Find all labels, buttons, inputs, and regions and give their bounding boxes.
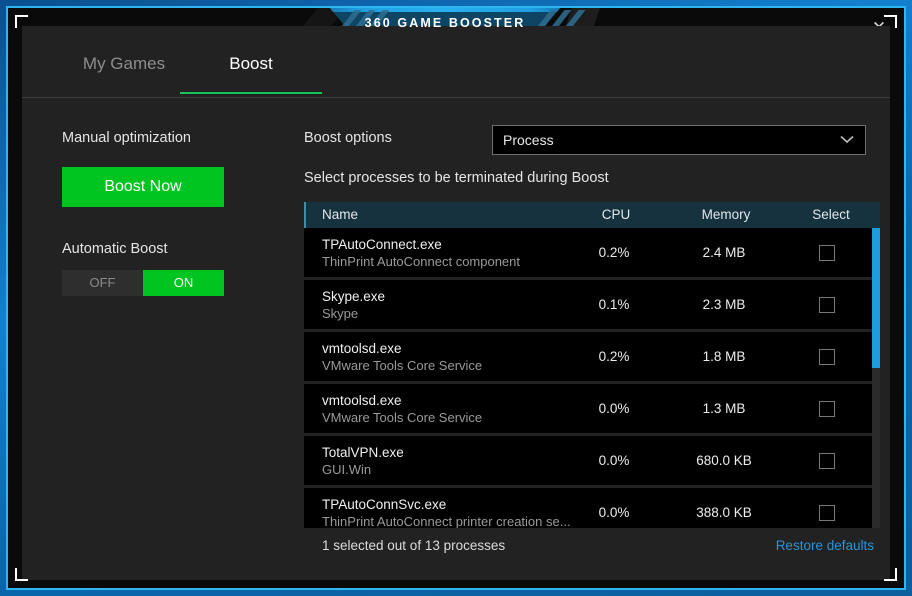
process-select-cell [794,280,864,329]
process-memory: 2.4 MB [702,245,746,260]
table-row[interactable]: TPAutoConnect.exe ThinPrint AutoConnect c… [304,228,880,277]
process-select-checkbox[interactable] [819,401,835,417]
process-name-cell: TotalVPN.exe GUI.Win [322,444,404,478]
process-description: VMware Tools Core Service [322,358,483,373]
process-select-cell [794,384,864,433]
column-header-name: Name [322,207,359,222]
main-window: 360 GAME BOOSTER — ✕ My Games Boost Manu… [8,8,904,588]
process-rows: TPAutoConnect.exe ThinPrint AutoConnect c… [304,228,880,528]
process-memory: 1.3 MB [702,401,746,416]
column-header-select: Select [812,207,850,222]
table-row[interactable]: Skype.exe Skype 0.1% 2.3 MB [304,280,880,329]
process-select-checkbox[interactable] [819,453,835,469]
tab-bar: My Games Boost [22,40,890,96]
tab-my-games-label: My Games [82,54,166,73]
boost-now-button[interactable]: Boost Now [62,167,224,207]
process-memory: 680.0 KB [696,453,752,468]
process-select-cell [794,488,864,528]
process-cpu: 0.2% [598,349,630,364]
process-select-cell [794,332,864,381]
process-cpu: 0.0% [598,401,630,416]
process-name: vmtoolsd.exe [322,341,402,356]
process-memory: 1.8 MB [702,349,746,364]
boost-options-dropdown[interactable]: Process [492,125,866,155]
process-select-checkbox[interactable] [819,505,835,521]
window-title: 360 GAME BOOSTER [364,16,526,30]
automatic-boost-toggle[interactable]: OFF ON [62,270,224,296]
process-description: GUI.Win [322,462,372,477]
process-description: ThinPrint AutoConnect component [322,254,521,269]
column-header-memory: Memory [701,207,751,222]
chevron-down-icon [839,126,855,154]
process-name-cell: vmtoolsd.exe VMware Tools Core Service [322,340,482,374]
tab-divider [22,97,890,98]
table-row[interactable]: TPAutoConnSvc.exe ThinPrint AutoConnect p… [304,488,880,528]
process-cpu: 0.1% [598,297,630,312]
process-name: vmtoolsd.exe [322,393,402,408]
table-row[interactable]: vmtoolsd.exe VMware Tools Core Service 0.2… [304,332,880,381]
process-name-cell: TPAutoConnect.exe ThinPrint AutoConnect c… [322,236,520,270]
manual-optimization-label: Manual optimization [62,130,191,146]
process-memory: 2.3 MB [702,297,746,312]
select-processes-instruction: Select processes to be terminated during… [304,170,609,186]
process-table-scrollbar-thumb[interactable] [872,228,880,368]
process-table-body: TPAutoConnect.exe ThinPrint AutoConnect c… [304,228,880,528]
process-name-cell: TPAutoConnSvc.exe ThinPrint AutoConnect p… [322,496,571,528]
boost-options-dropdown-value: Process [503,132,554,148]
process-cpu: 0.2% [598,245,630,260]
process-name: Skype.exe [322,289,386,304]
process-name: TPAutoConnSvc.exe [322,497,447,512]
tab-my-games[interactable]: My Games [68,40,180,94]
process-name-cell: vmtoolsd.exe VMware Tools Core Service [322,392,482,426]
process-name: TotalVPN.exe [322,445,404,460]
process-table-scrollbar-track[interactable] [872,228,880,528]
process-table-footer: 1 selected out of 13 processes Restore d… [304,534,880,566]
process-select-cell [794,228,864,277]
tab-active-underline [180,92,322,94]
column-header-cpu: CPU [601,207,631,222]
restore-defaults-link[interactable]: Restore defaults [776,538,874,553]
application-window-frame: 360 GAME BOOSTER — ✕ My Games Boost Manu… [0,0,912,596]
title-banner-glow [330,8,560,12]
process-description: Skype [322,306,359,321]
table-row[interactable]: vmtoolsd.exe VMware Tools Core Service 0.0… [304,384,880,433]
process-select-checkbox[interactable] [819,297,835,313]
process-select-checkbox[interactable] [819,349,835,365]
process-table: Name CPU Memory Select TPAutoConnect.exe… [304,202,880,566]
toggle-option-off[interactable]: OFF [62,270,143,296]
process-memory: 388.0 KB [696,505,752,520]
process-name-cell: Skype.exe Skype [322,288,385,322]
tab-boost-label: Boost [229,54,273,73]
automatic-boost-label: Automatic Boost [62,241,168,257]
process-table-header: Name CPU Memory Select [304,202,880,228]
process-cpu: 0.0% [598,453,630,468]
content-panel: My Games Boost Manual optimization Boost… [22,26,890,580]
process-description: ThinPrint AutoConnect printer creation s… [322,514,571,528]
process-select-cell [794,436,864,485]
process-name: TPAutoConnect.exe [322,237,442,252]
process-description: VMware Tools Core Service [322,410,483,425]
table-row[interactable]: TotalVPN.exe GUI.Win 0.0% 680.0 KB [304,436,880,485]
toggle-option-on[interactable]: ON [143,270,224,296]
process-cpu: 0.0% [598,505,630,520]
boost-options-label: Boost options [304,130,392,146]
selection-count-label: 1 selected out of 13 processes [322,538,506,553]
tab-boost[interactable]: Boost [180,40,322,94]
process-select-checkbox[interactable] [819,245,835,261]
